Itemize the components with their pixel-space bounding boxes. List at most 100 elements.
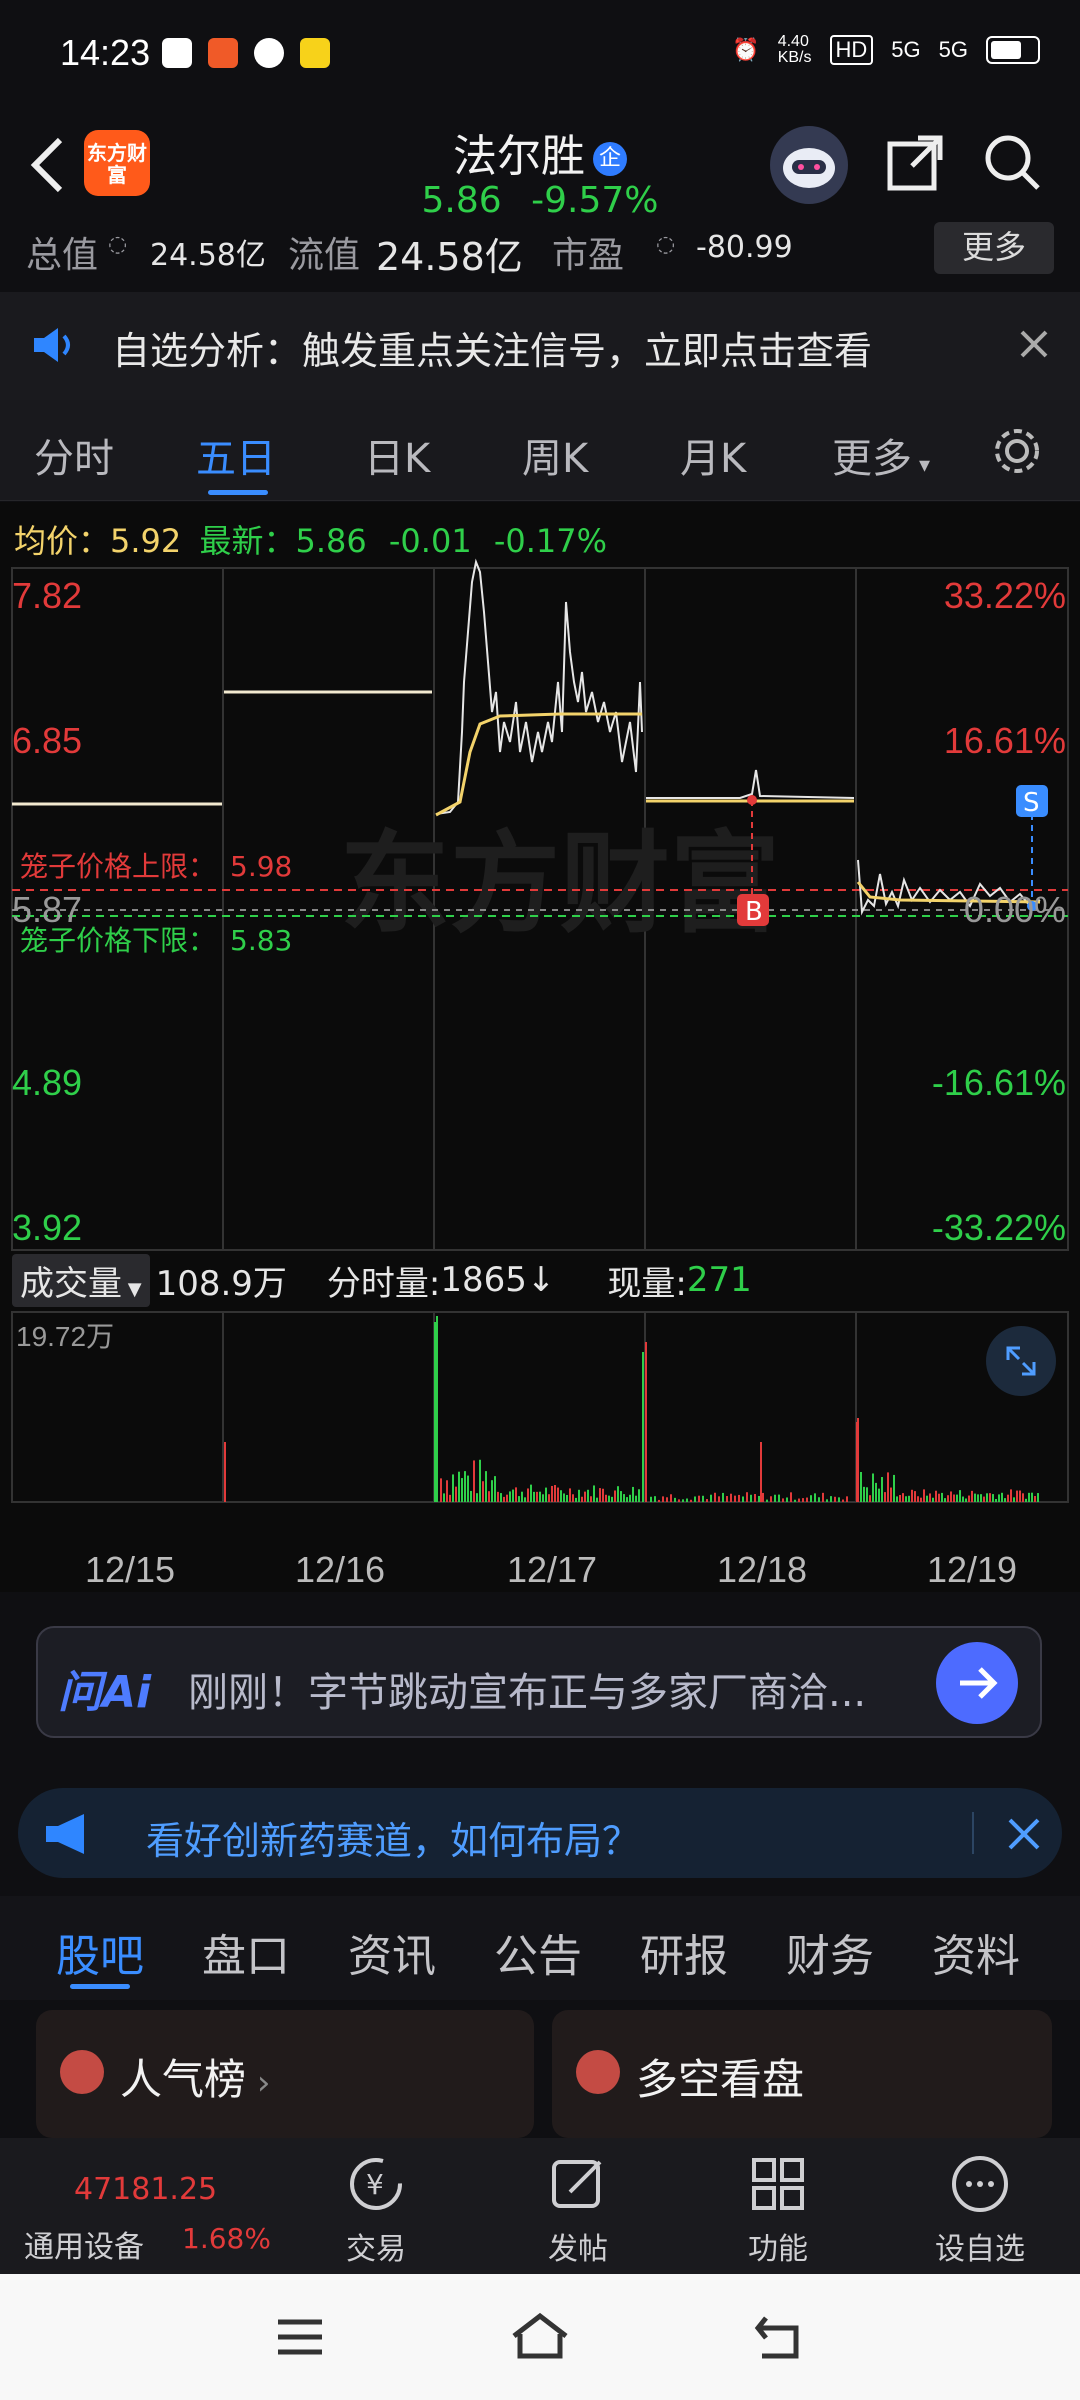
volume-bar [587, 1489, 589, 1502]
volume-bar [590, 1496, 592, 1502]
enterprise-badge: 企 [593, 142, 627, 176]
volume-bar [563, 1493, 565, 1502]
volume-bar [742, 1496, 744, 1502]
more-stats-button[interactable]: 更多 [934, 222, 1054, 274]
volume-bar [917, 1496, 919, 1502]
nav-add-watchlist[interactable]: 设自选 [920, 2224, 1040, 2268]
volume-selector-label: 成交量 [20, 1263, 122, 1304]
volume-bar [623, 1494, 625, 1502]
promo-banner[interactable]: 看好创新药赛道，如何布局？ [18, 1788, 1062, 1878]
y-left-tick: 3.92 [12, 1207, 82, 1248]
tab-five-day[interactable]: 五日 [196, 426, 276, 484]
assistant-robot-icon[interactable] [770, 126, 848, 204]
stock-stats-row: 总值 ◌ 24.58亿 流值 24.58亿 市盈 ◌ -80.99 更多 [0, 222, 1080, 279]
volume-bar [654, 1496, 656, 1502]
nav-trade[interactable]: 交易 [316, 2224, 436, 2268]
buy-marker-label: B [745, 897, 763, 927]
volume-bar [521, 1491, 523, 1502]
tab-monthly-k[interactable]: 月K [680, 426, 746, 484]
volume-bar [530, 1484, 532, 1502]
tab-finance[interactable]: 财务 [786, 1920, 874, 1984]
y-right-tick: 0.00% [964, 889, 1066, 930]
volume-bar [872, 1473, 874, 1502]
notice-banner[interactable]: 自选分析：触发重点关注信号，立即点击查看 [0, 292, 1080, 400]
trade-icon[interactable]: ¥ [344, 2152, 408, 2216]
close-icon[interactable] [1018, 328, 1050, 360]
volume-bar [551, 1485, 553, 1502]
tab-order-book[interactable]: 盘口 [202, 1920, 290, 1984]
volume-bar [1007, 1494, 1009, 1502]
down-arrow-icon: ↓ [526, 1260, 556, 1300]
volume-bar [718, 1496, 720, 1502]
float-value: 24.58亿 [376, 235, 523, 279]
edit-icon[interactable] [546, 2152, 610, 2216]
battery-icon [986, 36, 1040, 64]
volume-selector[interactable]: 成交量 ▼ [12, 1253, 150, 1307]
bull-bear-card[interactable]: 多空看盘 [552, 2010, 1052, 2138]
volume-bar [838, 1497, 840, 1502]
search-icon[interactable] [980, 130, 1044, 194]
tab-research[interactable]: 研报 [640, 1920, 728, 1984]
tab-profile[interactable]: 资料 [932, 1920, 1020, 1984]
volume-bar [1031, 1492, 1033, 1502]
tab-announcements[interactable]: 公告 [494, 1920, 582, 1984]
volume-bar [1037, 1493, 1039, 1502]
tab-forum[interactable]: 股吧 [56, 1920, 144, 1984]
network-speed: 4.40 KB/s [777, 33, 812, 66]
volume-bar [710, 1494, 712, 1502]
volume-bar [968, 1495, 970, 1502]
volume-bar [995, 1498, 997, 1502]
volume-bar [754, 1493, 756, 1502]
volume-bar [714, 1492, 716, 1502]
volume-bar [443, 1493, 445, 1502]
ai-news-bar[interactable]: 问Ai 刚刚！字节跳动宣布正与多家厂商洽... [36, 1626, 1042, 1738]
menu-icon[interactable] [270, 2314, 330, 2360]
pe-value: -80.99 [696, 230, 793, 265]
y-right-tick: -16.61% [932, 1062, 1066, 1103]
volume-bar [863, 1486, 865, 1502]
volume-bar [545, 1487, 547, 1502]
volume-bar [485, 1471, 487, 1502]
tab-news[interactable]: 资讯 [348, 1920, 436, 1984]
share-icon[interactable] [884, 132, 946, 194]
volume-bar [497, 1491, 499, 1502]
ai-go-button[interactable] [936, 1642, 1018, 1724]
back-icon[interactable] [752, 2312, 808, 2362]
volume-bar [822, 1492, 824, 1502]
volume-bar [806, 1497, 808, 1502]
volume-bar [860, 1471, 862, 1502]
tab-intraday[interactable]: 分时 [34, 426, 114, 484]
info-icon: ◌ [656, 232, 676, 257]
y-left-tick: 4.89 [12, 1062, 82, 1103]
vs-icon [576, 2050, 620, 2094]
volume-bar [778, 1494, 780, 1502]
tab-weekly-k[interactable]: 周K [522, 426, 588, 484]
expand-chart-button[interactable] [986, 1326, 1056, 1396]
app-notification-icon [254, 38, 284, 68]
nav-functions[interactable]: 功能 [718, 2224, 838, 2268]
volume-total: 108.9万 [155, 1263, 287, 1304]
volume-bar [766, 1499, 768, 1502]
five-day-chart[interactable]: 均价：5.92 最新：5.86 -0.01 -0.17% 东方财富 B S 7.… [0, 502, 1080, 1592]
close-icon[interactable] [1006, 1816, 1042, 1852]
volume-bar [726, 1496, 728, 1502]
watermark: 东方财富 [340, 820, 780, 948]
index-name[interactable]: 通用设备 [24, 2222, 144, 2266]
more-dots-icon[interactable] [948, 2152, 1012, 2216]
popularity-card[interactable]: 人气榜 › [36, 2010, 534, 2138]
volume-bar [1022, 1493, 1024, 1502]
tab-daily-k[interactable]: 日K [364, 426, 430, 484]
gear-icon[interactable] [990, 424, 1044, 478]
volume-bar [1010, 1489, 1012, 1502]
volume-bar [790, 1492, 792, 1502]
status-bar: 14:23 ⏰ 4.40 KB/s HD 5G 5G [0, 0, 1080, 110]
volume-max-label: 19.72万 [16, 1321, 114, 1352]
nav-post[interactable]: 发帖 [518, 2224, 638, 2268]
grid-icon[interactable] [746, 2152, 810, 2216]
active-subtab-indicator [70, 1984, 130, 1989]
home-icon[interactable] [508, 2310, 572, 2362]
volume-bar [446, 1480, 448, 1502]
volume-bar [1034, 1496, 1036, 1502]
tab-more[interactable]: 更多 ▾ [832, 426, 930, 484]
volume-bar [770, 1496, 772, 1502]
